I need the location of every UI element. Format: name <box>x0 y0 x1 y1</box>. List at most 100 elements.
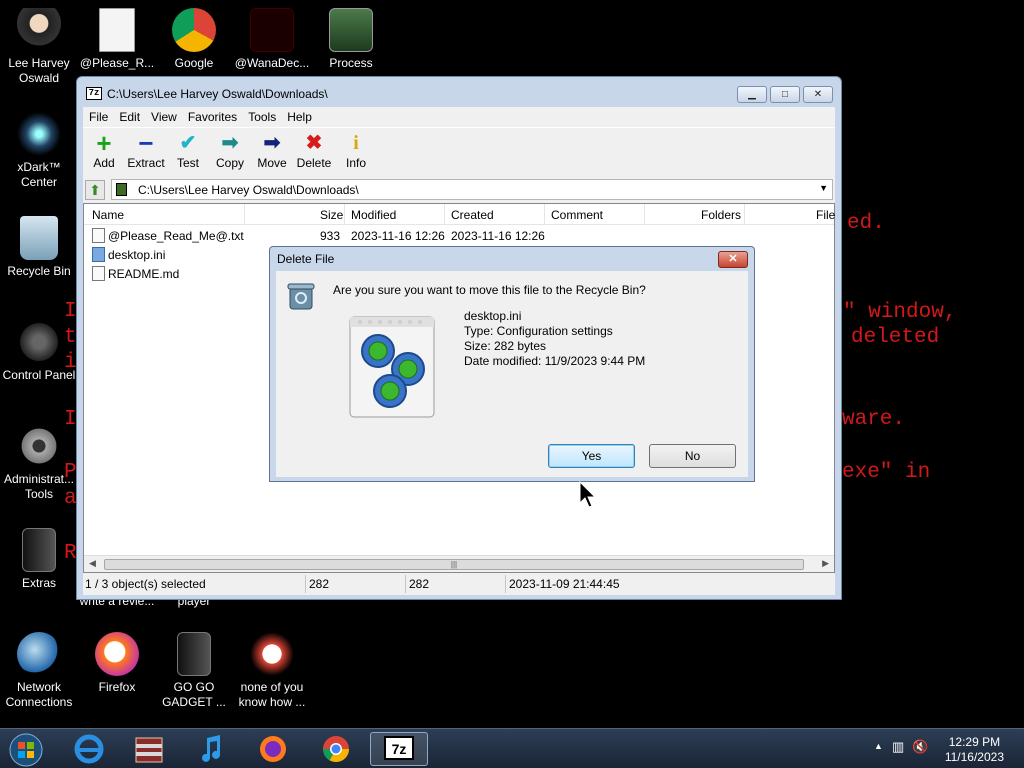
desktop-icon-admin-tools[interactable]: Administrat... Tools <box>0 424 78 502</box>
col-files[interactable]: File <box>816 208 835 222</box>
user-avatar-icon <box>17 8 61 52</box>
menu-edit[interactable]: Edit <box>113 107 145 124</box>
music-note-icon <box>202 735 220 762</box>
menu-view[interactable]: View <box>145 107 182 124</box>
yes-button[interactable]: Yes <box>548 444 635 468</box>
test-label: Test <box>176 156 199 170</box>
taskbar-7zip[interactable]: 7z <box>370 732 428 766</box>
desktop-icon-google[interactable]: Google <box>155 8 233 71</box>
table-row[interactable]: @Please_Read_Me@.txt 933 2023-11-16 12:2… <box>84 226 834 245</box>
plus-icon: + <box>96 128 112 158</box>
desktop-icon-user-folder[interactable]: Lee Harvey Oswald <box>0 8 78 86</box>
copy-arrow-icon: ➡ <box>221 132 239 154</box>
desktop-icon-network[interactable]: Network Connections <box>0 632 78 710</box>
desktop-icon-firefox[interactable]: Firefox <box>78 632 156 695</box>
status-date: 2023-11-09 21:44:45 <box>509 577 620 591</box>
window-titlebar[interactable]: 7z C:\Users\Lee Harvey Oswald\Downloads\… <box>77 77 841 109</box>
desktop-icon-process[interactable]: Process <box>312 8 390 71</box>
address-bar: ⬆ C:\Users\Lee Harvey Oswald\Downloads\ … <box>83 177 835 203</box>
add-label: Add <box>93 156 115 170</box>
scroll-thumb[interactable]: ||| <box>104 559 804 570</box>
delete-button[interactable]: ✖ Delete <box>293 132 335 170</box>
desktop-icon-recycle-bin[interactable]: Recycle Bin <box>0 216 78 279</box>
move-button[interactable]: ➡ Move <box>251 132 293 170</box>
desktop-icon-label: Recycle Bin <box>7 264 71 278</box>
up-folder-button[interactable]: ⬆ <box>85 180 105 200</box>
scroll-left-icon[interactable]: ◀ <box>89 558 96 569</box>
desktop-icon-label: @WanaDec... <box>234 56 310 70</box>
desktop-icon-extras[interactable]: Extras <box>0 528 78 591</box>
taskbar: 7z ▲ ▥ 🔇 12:29 PM 11/16/2023 <box>0 728 1024 768</box>
add-button[interactable]: + Add <box>83 128 125 170</box>
bg-text-2: " window, <box>843 301 957 324</box>
taskbar-music[interactable] <box>184 732 238 766</box>
file-name: README.md <box>108 267 180 281</box>
test-button[interactable]: ✔ Test <box>167 132 209 170</box>
taskbar-chrome[interactable] <box>309 732 363 766</box>
col-comment[interactable]: Comment <box>551 208 603 222</box>
minimize-button[interactable]: ▁ <box>737 86 767 103</box>
network-icon[interactable]: ▥ <box>892 739 904 755</box>
info-icon: i <box>353 132 359 154</box>
settings-file-icon <box>92 247 105 262</box>
folder-archive-icon <box>116 183 127 196</box>
dialog-body: Are you sure you want to move this file … <box>276 271 748 477</box>
desktop-icon-label: Network Connections <box>5 680 73 709</box>
taskbar-ie[interactable] <box>62 732 116 766</box>
desktop-icon-xdark[interactable]: xDark™ Center <box>0 112 78 190</box>
col-modified[interactable]: Modified <box>351 208 396 222</box>
chrome-icon <box>322 736 350 763</box>
clock[interactable]: 12:29 PM 11/16/2023 <box>945 735 1004 765</box>
col-created[interactable]: Created <box>451 208 494 222</box>
move-label: Move <box>257 156 287 170</box>
address-text: C:\Users\Lee Harvey Oswald\Downloads\ <box>138 183 359 197</box>
info-file-name: desktop.ini <box>464 309 522 323</box>
chrome-file-icon <box>250 632 294 676</box>
toolbar: + Add − Extract ✔ Test ➡ Copy ➡ Move ✖ D… <box>83 127 835 177</box>
move-arrow-icon: ➡ <box>263 132 281 154</box>
desktop-icon-control-panel[interactable]: Control Panel <box>0 320 78 383</box>
sevenzip-icon: 7z <box>384 736 414 760</box>
address-input[interactable]: C:\Users\Lee Harvey Oswald\Downloads\ ▼ <box>111 179 833 200</box>
taskbar-firefox[interactable] <box>246 732 300 766</box>
extract-button[interactable]: − Extract <box>125 130 167 170</box>
desktop-icon-gogo-gadget[interactable]: GO GO GADGET ... <box>155 632 233 710</box>
info-button[interactable]: i Info <box>335 132 377 170</box>
desktop-icon-please-read[interactable]: @Please_R... <box>78 8 156 71</box>
status-bar: 1 / 3 object(s) selected 282 282 2023-11… <box>83 573 835 595</box>
menu-tools[interactable]: Tools <box>242 107 281 124</box>
horizontal-scrollbar[interactable]: ◀ ||| ▶ <box>84 555 834 572</box>
no-button[interactable]: No <box>649 444 736 468</box>
delete-file-dialog: Delete File ✕ Are you sure you want to m… <box>269 246 755 482</box>
close-button[interactable]: ✕ <box>803 86 833 103</box>
scroll-right-icon[interactable]: ▶ <box>822 558 829 569</box>
info-label: Info <box>345 156 366 170</box>
col-name[interactable]: Name <box>92 208 124 222</box>
system-tray: ▲ ▥ 🔇 12:29 PM 11/16/2023 <box>864 729 1024 768</box>
desktop-icon-label: Firefox <box>98 680 136 694</box>
menu-file[interactable]: File <box>83 107 113 124</box>
markdown-file-icon <box>92 266 105 281</box>
volume-muted-icon[interactable]: 🔇 <box>912 739 928 755</box>
chevron-down-icon[interactable]: ▼ <box>819 183 828 193</box>
col-folders[interactable]: Folders <box>701 208 741 222</box>
copy-button[interactable]: ➡ Copy <box>209 132 251 170</box>
col-size[interactable]: Size <box>320 208 343 222</box>
show-hidden-icons-icon[interactable]: ▲ <box>874 741 883 751</box>
copy-label: Copy <box>215 156 244 170</box>
taskbar-archive[interactable] <box>122 732 176 766</box>
maximize-button[interactable]: □ <box>770 86 800 103</box>
desktop-icon-wanadecryptor[interactable]: @WanaDec... <box>233 8 311 71</box>
menu-favorites[interactable]: Favorites <box>182 107 242 124</box>
svg-text:7z: 7z <box>392 741 407 757</box>
file-created: 2023-11-16 12:26 <box>451 229 545 243</box>
info-file-type: Type: Configuration settings <box>464 324 613 338</box>
desktop-icon-none-of-you[interactable]: none of you know how ... <box>233 632 311 710</box>
recycle-bin-icon <box>20 216 58 260</box>
gear-icon <box>17 424 61 468</box>
start-button[interactable] <box>2 732 50 767</box>
xdark-icon <box>17 112 61 156</box>
dialog-close-button[interactable]: ✕ <box>718 251 748 268</box>
menu-help[interactable]: Help <box>281 107 317 124</box>
file-name: desktop.ini <box>108 248 166 262</box>
